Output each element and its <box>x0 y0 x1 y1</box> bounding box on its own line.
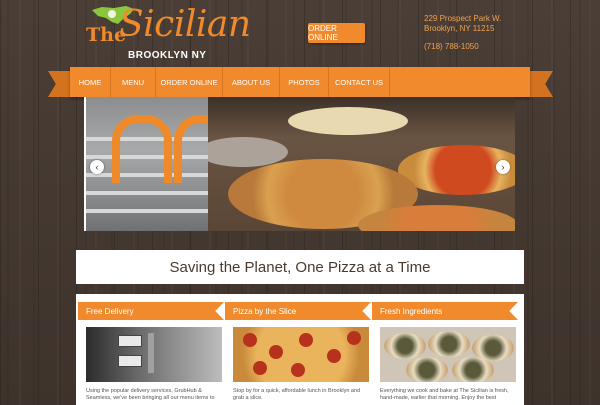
sign-letter-shape <box>174 115 208 183</box>
card-fresh-ingredients[interactable]: Fresh Ingredients Everything we cook and… <box>372 294 518 405</box>
slider-next-button[interactable]: › <box>496 160 510 174</box>
site-logo[interactable]: The Sicilian BROOKLYN NY <box>86 4 251 66</box>
tagline-banner: Saving the Planet, One Pizza at a Time <box>76 250 524 284</box>
nav-item-about-us[interactable]: ABOUT US <box>223 67 280 97</box>
slider-prev-button[interactable]: ‹ <box>90 160 104 174</box>
nav-item-home[interactable]: HOME <box>70 67 111 97</box>
delivery-image <box>86 327 222 382</box>
card-pizza-by-the-slice[interactable]: Pizza by the Slice Stop by for a quick, … <box>225 294 371 405</box>
phone-number[interactable]: (718) 788-1050 <box>424 42 501 52</box>
hero-slider[interactable] <box>84 97 515 231</box>
order-online-button[interactable]: ORDER ONLINE <box>308 23 365 43</box>
nav-item-contact-us[interactable]: CONTACT US <box>329 67 390 97</box>
card-free-delivery[interactable]: Free Delivery Using the popular delivery… <box>78 294 224 405</box>
card-title[interactable]: Fresh Ingredients <box>372 302 518 320</box>
nav-item-photos[interactable]: PHOTOS <box>280 67 329 97</box>
card-text: Stop by for a quick, affordable lunch in… <box>233 388 361 401</box>
card-text: Everything we cook and bake at The Sicil… <box>380 388 509 401</box>
pizza-counter-image <box>208 97 515 231</box>
storefront-sign-image <box>86 97 208 231</box>
card-title[interactable]: Pizza by the Slice <box>225 302 371 320</box>
contact-info: 229 Prospect Park W. Brooklyn, NY 11215 … <box>424 14 501 52</box>
address-line-1: 229 Prospect Park W. <box>424 14 502 23</box>
card-text: Using the popular delivery services, Gru… <box>86 388 215 401</box>
logo-name-text: Sicilian <box>119 4 251 45</box>
address-line-2: Brooklyn, NY 11215 <box>424 24 495 33</box>
nav-item-menu[interactable]: MENU <box>111 67 156 97</box>
feature-cards: Free Delivery Using the popular delivery… <box>76 294 524 405</box>
fresh-rolls-image <box>380 327 516 382</box>
sign-letter-shape <box>112 115 172 183</box>
pepperoni-pizza-image <box>233 327 369 382</box>
main-nav: HOME MENU ORDER ONLINE ABOUT US PHOTOS C… <box>70 67 530 97</box>
logo-city-text: BROOKLYN NY <box>128 50 207 61</box>
ribbon-tail-right <box>527 71 553 97</box>
card-title[interactable]: Free Delivery <box>78 302 224 320</box>
nav-item-order-online[interactable]: ORDER ONLINE <box>156 67 223 97</box>
